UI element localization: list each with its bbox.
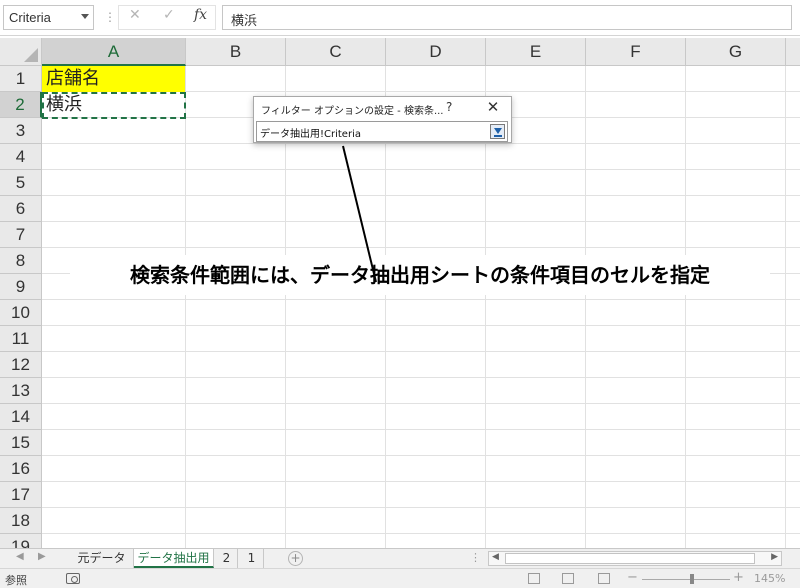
gridline — [585, 66, 586, 548]
sheet-tab-2[interactable]: 2 — [216, 549, 238, 568]
scroll-tabs-left-icon[interactable]: ◀ — [16, 551, 24, 562]
row-header-16[interactable]: 16 — [0, 456, 42, 482]
name-box[interactable]: Criteria — [3, 5, 94, 30]
column-header-c[interactable]: C — [286, 38, 386, 66]
help-icon[interactable]: ? — [446, 100, 452, 114]
row-header-14[interactable]: 14 — [0, 404, 42, 430]
row-header-15[interactable]: 15 — [0, 430, 42, 456]
column-header-b[interactable]: B — [186, 38, 286, 66]
gridline — [42, 351, 800, 352]
insert-function-icon[interactable]: fx — [194, 7, 207, 23]
row-header-2[interactable]: 2 — [0, 92, 42, 118]
close-icon[interactable]: ✕ — [484, 98, 502, 116]
criteria-range-input[interactable]: データ抽出用!Criteria — [256, 121, 508, 142]
copy-selection-border — [42, 92, 186, 119]
row-header-7[interactable]: 7 — [0, 222, 42, 248]
cancel-icon[interactable]: ✕ — [129, 7, 141, 23]
formula-input[interactable]: 横浜 — [222, 5, 792, 30]
sheet-tab-bar: ◀ ▶ 元データ データ抽出用 2 1 + ⋮ ◀ ▶ — [0, 548, 800, 568]
row-header-1[interactable]: 1 — [0, 66, 42, 92]
sheet-tab-moto-data[interactable]: 元データ — [70, 549, 134, 568]
expand-arrow-icon — [494, 128, 502, 134]
scroll-tabs-right-icon[interactable]: ▶ — [38, 551, 46, 562]
column-header-e[interactable]: E — [486, 38, 586, 66]
row-header-17[interactable]: 17 — [0, 482, 42, 508]
gridline — [42, 325, 800, 326]
row-header-11[interactable]: 11 — [0, 326, 42, 352]
column-header-d[interactable]: D — [386, 38, 486, 66]
column-header-g[interactable]: G — [686, 38, 786, 66]
gridline — [42, 299, 800, 300]
column-header-f[interactable]: F — [586, 38, 686, 66]
gridline — [42, 533, 800, 534]
row-header-9[interactable]: 9 — [0, 274, 42, 300]
gridline — [42, 143, 800, 144]
expand-dialog-icon[interactable] — [490, 124, 505, 139]
gridline — [42, 481, 800, 482]
add-sheet-icon[interactable]: + — [288, 551, 303, 566]
gridline — [42, 377, 800, 378]
dialog-title: フィルター オプションの設定 - 検索条... — [261, 106, 444, 117]
gridline — [785, 66, 786, 548]
row-header-18[interactable]: 18 — [0, 508, 42, 534]
column-header-a[interactable]: A — [42, 38, 186, 66]
gridline — [42, 169, 800, 170]
row-header-8[interactable]: 8 — [0, 248, 42, 274]
zoom-slider[interactable] — [642, 579, 730, 580]
row-header-10[interactable]: 10 — [0, 300, 42, 326]
row-header-5[interactable]: 5 — [0, 170, 42, 196]
page-layout-view-icon[interactable] — [562, 573, 574, 584]
gridline — [42, 247, 800, 248]
row-header-4[interactable]: 4 — [0, 144, 42, 170]
formula-bar-grip: ⋮ — [104, 10, 116, 24]
zoom-slider-thumb[interactable] — [690, 574, 694, 584]
gridline — [42, 221, 800, 222]
horizontal-scrollbar[interactable]: ◀ ▶ — [488, 551, 782, 566]
row-header-3[interactable]: 3 — [0, 118, 42, 144]
zoom-level[interactable]: 145% — [754, 572, 785, 585]
zoom-out-icon[interactable]: − — [627, 570, 638, 585]
name-box-value: Criteria — [9, 10, 51, 25]
expand-bar-icon — [494, 135, 502, 137]
formula-bar: Criteria ⋮ ✕ ✓ fx 横浜 — [0, 0, 800, 36]
row-header-19[interactable]: 19 — [0, 534, 42, 548]
page-break-view-icon[interactable] — [598, 573, 610, 584]
advanced-filter-dialog: フィルター オプションの設定 - 検索条... ? ✕ データ抽出用!Crite… — [253, 96, 512, 143]
gridline — [42, 507, 800, 508]
criteria-range-value: データ抽出用!Criteria — [260, 129, 361, 140]
gridline — [685, 66, 686, 548]
scroll-right-icon[interactable]: ▶ — [771, 552, 778, 562]
annotation-callout: 検索条件範囲には、データ抽出用シートの条件項目のセルを指定 — [70, 255, 770, 295]
cell-a1[interactable]: 店舗名 — [42, 66, 185, 92]
enter-icon[interactable]: ✓ — [163, 7, 175, 23]
gridline — [42, 455, 800, 456]
status-mode: 参照 — [5, 574, 27, 587]
row-header-13[interactable]: 13 — [0, 378, 42, 404]
chevron-down-icon[interactable] — [81, 14, 89, 19]
gridline — [42, 403, 800, 404]
tab-splitter-icon[interactable]: ⋮ — [470, 551, 481, 564]
sheet-tab-data-extract[interactable]: データ抽出用 — [134, 549, 214, 568]
row-header-6[interactable]: 6 — [0, 196, 42, 222]
status-bar: 参照 − + 145% — [0, 568, 800, 588]
formula-value: 横浜 — [231, 14, 258, 29]
gridline — [185, 66, 186, 548]
scrollbar-thumb[interactable] — [505, 553, 755, 564]
normal-view-icon[interactable] — [528, 573, 540, 584]
zoom-in-icon[interactable]: + — [733, 570, 744, 585]
scroll-left-icon[interactable]: ◀ — [492, 552, 499, 562]
select-all-triangle-icon — [24, 48, 38, 62]
sheet-tab-1[interactable]: 1 — [240, 549, 264, 568]
select-all-corner[interactable] — [0, 38, 42, 66]
gridline — [42, 195, 800, 196]
column-header-h[interactable] — [786, 38, 800, 66]
gridline — [42, 429, 800, 430]
row-header-12[interactable]: 12 — [0, 352, 42, 378]
macro-record-icon[interactable] — [66, 573, 80, 584]
